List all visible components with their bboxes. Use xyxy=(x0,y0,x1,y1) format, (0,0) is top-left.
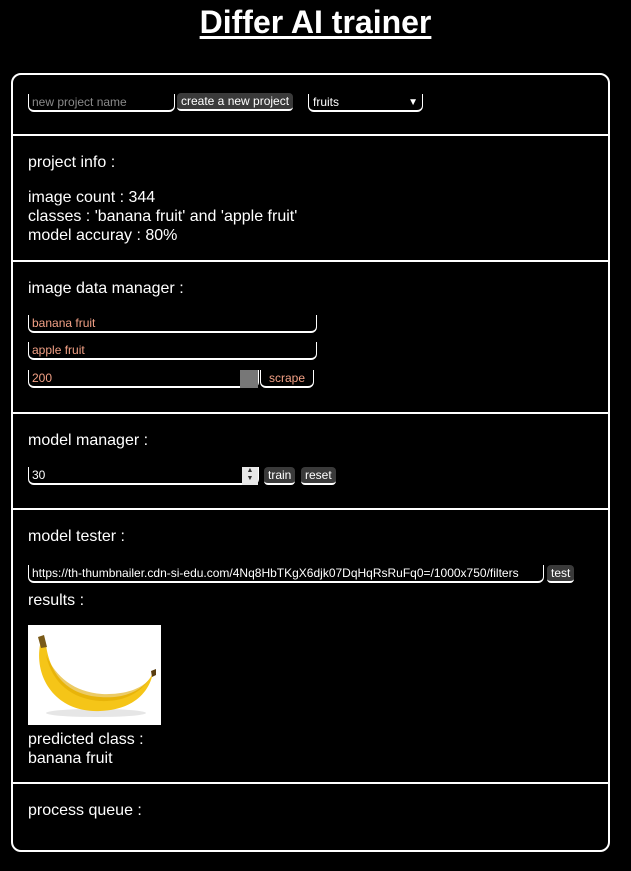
epochs-input[interactable]: 30 xyxy=(28,467,259,485)
model-tester-section: model tester : https://th-thumbnailer.cd… xyxy=(13,510,608,784)
results-label: results : xyxy=(28,592,85,609)
reset-button[interactable]: reset xyxy=(301,467,336,485)
process-queue-heading: process queue : xyxy=(28,802,142,819)
train-button[interactable]: train xyxy=(264,467,296,485)
banana-icon xyxy=(38,635,156,717)
predicted-class-value: banana fruit xyxy=(28,750,113,767)
predicted-class-label: predicted class : xyxy=(28,731,144,748)
chevron-down-icon: ▼ xyxy=(408,97,418,108)
process-queue-section: process queue : xyxy=(13,784,608,850)
classes-text: classes : 'banana fruit' and 'apple frui… xyxy=(28,208,298,225)
spinner-arrows-icon[interactable] xyxy=(240,370,258,388)
image-count-input[interactable]: 200 xyxy=(28,370,259,388)
main-panel: new project name create a new project fr… xyxy=(11,73,610,852)
spinner-arrows-icon[interactable]: ▲ ▼ xyxy=(242,467,258,485)
project-select[interactable]: fruits ▼ xyxy=(308,94,423,112)
new-project-name-input[interactable]: new project name xyxy=(28,94,175,112)
project-select-value: fruits xyxy=(313,95,340,109)
model-accuracy-text: model accuray : 80% xyxy=(28,227,178,244)
page-title: Differ AI trainer xyxy=(199,4,432,40)
project-info-section: project info : image count : 344 classes… xyxy=(13,136,608,262)
image-count-text: image count : 344 xyxy=(28,189,156,206)
model-tester-heading: model tester : xyxy=(28,528,125,545)
project-info-heading: project info : xyxy=(28,154,116,171)
project-bar: new project name create a new project fr… xyxy=(13,75,608,136)
image-url-input[interactable]: https://th-thumbnailer.cdn-si-edu.com/4N… xyxy=(28,565,544,583)
scrape-button[interactable]: scrape xyxy=(260,370,315,388)
banana-result-image xyxy=(28,625,161,725)
image-data-manager-heading: image data manager : xyxy=(28,280,184,297)
model-manager-heading: model manager : xyxy=(28,432,149,449)
model-manager-section: model manager : 30 ▲ ▼ train reset xyxy=(13,414,608,510)
test-button[interactable]: test xyxy=(547,565,575,583)
class-two-input[interactable]: apple fruit xyxy=(28,342,317,360)
create-project-button[interactable]: create a new project xyxy=(177,93,294,111)
class-one-input[interactable]: banana fruit xyxy=(28,315,317,333)
image-data-manager-section: image data manager : banana fruit apple … xyxy=(13,262,608,414)
